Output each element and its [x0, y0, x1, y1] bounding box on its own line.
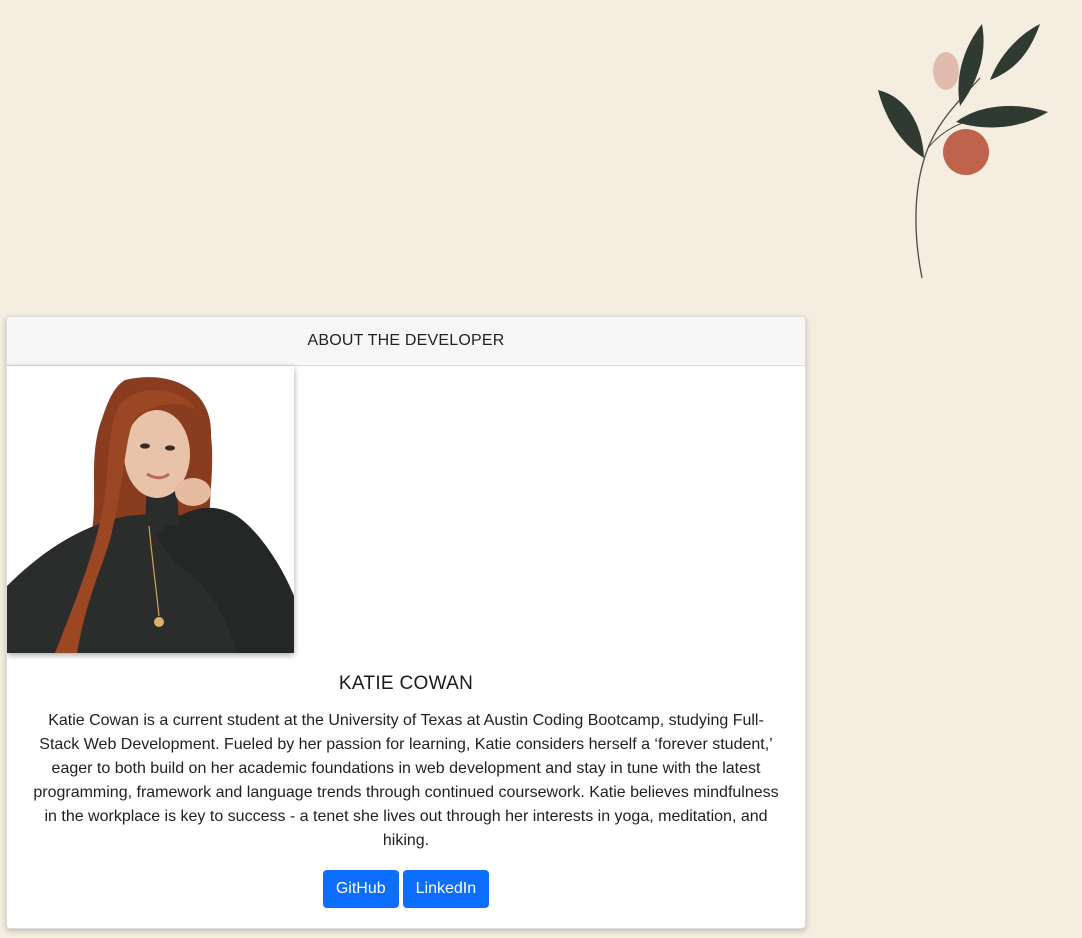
developer-photo: [7, 366, 294, 653]
developer-bio: Katie Cowan is a current student at the …: [33, 712, 779, 849]
linkedin-button[interactable]: LinkedIn: [402, 870, 490, 908]
about-card: ABOUT THE DEVELOPER KATIE COWAN Katie Co…: [6, 316, 806, 929]
github-button[interactable]: GitHub: [322, 870, 399, 908]
page: ABOUT THE DEVELOPER KATIE COWAN Katie Co…: [0, 0, 1082, 938]
card-header: ABOUT THE DEVELOPER: [7, 317, 805, 366]
portrait-image-icon: [7, 366, 294, 653]
link-buttons: GitHub LinkedIn: [7, 870, 805, 908]
branch-decoration-icon: [878, 24, 1048, 279]
developer-name: KATIE COWAN: [338, 673, 474, 694]
